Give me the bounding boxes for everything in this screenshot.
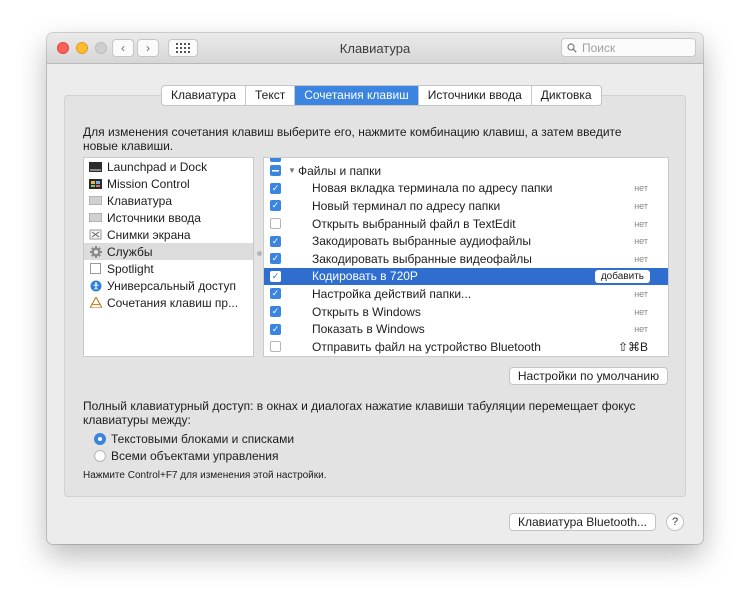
instructions-text: Для изменения сочетания клавиш выберите …: [83, 125, 622, 153]
shortcut-value[interactable]: нет: [634, 307, 648, 317]
tab-text[interactable]: Текст: [246, 86, 296, 105]
dock-icon: [89, 161, 102, 172]
hint-text: Нажмите Control+F7 для изменения этой на…: [83, 470, 327, 481]
category-keyboard[interactable]: Клавиатура: [84, 192, 253, 209]
group-label: Файлы и папки: [298, 163, 382, 178]
spotlight-icon: [89, 263, 102, 274]
full-keyboard-access-text: Полный клавиатурный доступ: в окнах и ди…: [83, 399, 636, 427]
gear-icon: [89, 245, 102, 258]
add-shortcut-button[interactable]: добавить: [594, 269, 650, 283]
category-label: Mission Control: [107, 176, 190, 191]
category-launchpad-dock[interactable]: Launchpad и Dock: [84, 158, 253, 175]
shortcut-row[interactable]: ✓ Открыть в Windows нет: [264, 303, 668, 321]
shortcut-label: Настройка действий папки...: [312, 286, 472, 301]
radio-label: Всеми объектами управления: [111, 449, 279, 463]
shortcut-value[interactable]: нет: [634, 254, 648, 264]
checkbox[interactable]: ✓: [270, 235, 281, 247]
mission-control-icon: [89, 178, 102, 189]
shortcuts-list[interactable]: ▼ Файлы и папки ✓ Новая вкладка терминал…: [263, 157, 669, 357]
category-mission-control[interactable]: Mission Control: [84, 175, 253, 192]
category-label: Клавиатура: [107, 193, 172, 208]
checkbox[interactable]: ✓: [270, 200, 281, 212]
category-label: Источники ввода: [107, 210, 201, 225]
search-input[interactable]: [580, 39, 689, 56]
radio-label: Текстовыми блоками и списками: [111, 432, 295, 446]
shortcut-value[interactable]: нет: [634, 183, 648, 193]
accessibility-icon: [89, 280, 102, 291]
checkbox[interactable]: [270, 341, 281, 353]
shortcut-value[interactable]: ⇧⌘B: [618, 340, 648, 354]
shortcut-row[interactable]: ✓ Закодировать выбранные видеофайлы нет: [264, 250, 668, 268]
group-row[interactable]: ▼ Файлы и папки: [264, 162, 668, 180]
search-icon: [567, 42, 577, 53]
categories-list[interactable]: Launchpad и Dock Mission Control Клавиат…: [83, 157, 254, 357]
radio-text-boxes[interactable]: Текстовыми блоками и списками: [94, 432, 294, 446]
category-spotlight[interactable]: Spotlight: [84, 260, 253, 277]
category-label: Launchpad и Dock: [107, 159, 208, 174]
category-label: Spotlight: [107, 261, 154, 276]
radio-button[interactable]: [94, 433, 106, 445]
shortcut-label: Отправить файл на устройство Bluetooth: [312, 339, 541, 354]
shortcut-label: Показать в Windows: [312, 322, 425, 337]
preferences-window: ‹ › Клавиатура Клавиатура Текст Сочетани…: [47, 33, 703, 544]
category-accessibility[interactable]: Универсальный доступ: [84, 277, 253, 294]
checkbox[interactable]: ✓: [270, 306, 281, 318]
checkbox[interactable]: ✓: [270, 270, 281, 282]
shortcut-row[interactable]: Отправить файл на устройство Bluetooth ⇧…: [264, 338, 668, 356]
tab-input-sources[interactable]: Источники ввода: [419, 86, 532, 105]
shortcut-value[interactable]: нет: [634, 289, 648, 299]
shortcut-value[interactable]: нет: [634, 236, 648, 246]
shortcut-row[interactable]: ✓ Показать в Windows нет: [264, 320, 668, 338]
shortcut-label: Закодировать выбранные аудиофайлы: [312, 234, 532, 249]
shortcut-value[interactable]: нет: [634, 219, 648, 229]
shortcut-label: Закодировать выбранные видеофайлы: [312, 251, 532, 266]
checkbox[interactable]: ✓: [270, 182, 281, 194]
keyboard-icon: [89, 195, 102, 206]
shortcut-row[interactable]: ✓ Настройка действий папки... нет: [264, 285, 668, 303]
shortcut-row[interactable]: Открыть выбранный файл в TextEdit нет: [264, 215, 668, 233]
category-label: Универсальный доступ: [107, 278, 237, 293]
shortcut-label: Новая вкладка терминала по адресу папки: [312, 181, 553, 196]
radio-button[interactable]: [94, 450, 106, 462]
screenshot-icon: [89, 229, 102, 240]
split-handle[interactable]: [257, 251, 262, 256]
checkbox[interactable]: ✓: [270, 323, 281, 335]
category-app-shortcuts[interactable]: Сочетания клавиш пр...: [84, 294, 253, 311]
restore-defaults-button[interactable]: Настройки по умолчанию: [509, 367, 668, 385]
help-button[interactable]: ?: [666, 513, 684, 531]
category-services[interactable]: Службы: [84, 243, 253, 260]
input-sources-icon: [89, 212, 102, 223]
shortcut-row[interactable]: ✓ Новый терминал по адресу папки нет: [264, 197, 668, 215]
shortcut-label: Новый терминал по адресу папки: [312, 198, 501, 213]
tab-bar: Клавиатура Текст Сочетания клавиш Источн…: [161, 85, 602, 106]
tab-keyboard[interactable]: Клавиатура: [162, 86, 246, 105]
shortcut-label: Открыть в Windows: [312, 304, 421, 319]
category-label: Службы: [107, 244, 153, 259]
shortcut-label: Кодировать в 720P: [312, 269, 418, 284]
shortcut-value[interactable]: нет: [634, 324, 648, 334]
radio-all-controls[interactable]: Всеми объектами управления: [94, 449, 278, 463]
bluetooth-keyboard-button[interactable]: Клавиатура Bluetooth...: [509, 513, 656, 531]
tab-shortcuts[interactable]: Сочетания клавиш: [295, 86, 419, 105]
shortcut-label: Открыть выбранный файл в TextEdit: [312, 216, 516, 231]
checkbox[interactable]: [270, 218, 281, 230]
title-bar: ‹ › Клавиатура: [47, 33, 703, 64]
app-shortcuts-icon: [89, 297, 102, 308]
group-checkbox[interactable]: [270, 165, 281, 177]
tab-dictation[interactable]: Диктовка: [532, 86, 601, 105]
disclosure-triangle-icon[interactable]: ▼: [288, 166, 296, 175]
checkbox[interactable]: ✓: [270, 288, 281, 300]
shortcut-row-selected[interactable]: ✓ Кодировать в 720P добавить: [264, 267, 668, 286]
shortcut-value[interactable]: нет: [634, 201, 648, 211]
shortcut-row[interactable]: ✓ Новая вкладка терминала по адресу папк…: [264, 180, 668, 198]
shortcut-row[interactable]: ✓ Закодировать выбранные аудиофайлы нет: [264, 232, 668, 250]
category-screenshots[interactable]: Снимки экрана: [84, 226, 253, 243]
category-label: Снимки экрана: [107, 227, 191, 242]
category-label: Сочетания клавиш пр...: [107, 295, 239, 310]
category-input-sources[interactable]: Источники ввода: [84, 209, 253, 226]
checkbox[interactable]: ✓: [270, 253, 281, 265]
search-field[interactable]: [561, 38, 696, 57]
